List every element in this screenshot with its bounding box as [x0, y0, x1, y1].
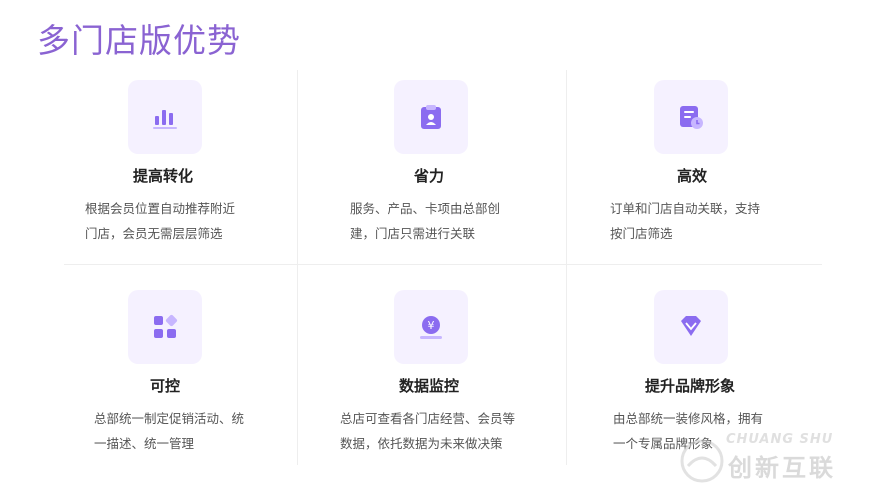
desc-line: 订单和门店自动关联，支持: [610, 201, 761, 216]
bar-chart-icon: [128, 80, 202, 154]
page-title: 多门店版优势: [37, 21, 241, 60]
feature-title: 提升品牌形象: [645, 377, 736, 395]
desc-line: 按门店筛选: [610, 226, 673, 241]
feature-card-effort: 省力 服务、产品、卡项由总部创 建，门店只需进行关联: [298, 70, 558, 260]
apps-grid-icon: [128, 290, 202, 364]
feature-title: 提高转化: [133, 167, 194, 185]
watermark-logo-icon: [680, 439, 724, 483]
watermark-en: CHUANG SHU: [726, 432, 834, 447]
svg-text:¥: ¥: [428, 319, 435, 332]
desc-line: 一描述、统一管理: [94, 436, 195, 451]
clipboard-user-icon: [394, 80, 468, 154]
watermark-cn: 创新互联: [728, 454, 836, 482]
desc-line: 总店可查看各门店经营、会员等: [340, 411, 516, 426]
desc-line: 根据会员位置自动推荐附近: [85, 201, 236, 216]
desc-line: 由总部统一装修风格，拥有: [613, 411, 764, 426]
feature-card-data-monitor: ¥ 数据监控 总店可查看各门店经营、会员等 数据，依托数据为未来做决策: [298, 275, 558, 465]
watermark: CHUANG SHU 创新互联: [680, 430, 880, 492]
document-clock-icon: [654, 80, 728, 154]
feature-title: 省力: [414, 167, 445, 185]
feature-desc: 总店可查看各门店经营、会员等 数据，依托数据为未来做决策: [340, 406, 515, 456]
desc-line: 总部统一制定促销活动、统: [94, 411, 245, 426]
divider: [64, 264, 822, 265]
feature-card-efficiency: 高效 订单和门店自动关联，支持 按门店筛选: [567, 70, 827, 260]
yen-coin-icon: ¥: [394, 290, 468, 364]
feature-title: 高效: [677, 167, 708, 185]
feature-title: 数据监控: [399, 377, 460, 395]
feature-desc: 订单和门店自动关联，支持 按门店筛选: [610, 196, 760, 246]
feature-card-conversion: 提高转化 根据会员位置自动推荐附近 门店，会员无需层层筛选: [64, 70, 324, 260]
feature-desc: 根据会员位置自动推荐附近 门店，会员无需层层筛选: [85, 196, 235, 246]
feature-card-control: 可控 总部统一制定促销活动、统 一描述、统一管理: [64, 275, 324, 465]
gem-icon: [654, 290, 728, 364]
feature-title: 可控: [150, 377, 181, 395]
desc-line: 数据，依托数据为未来做决策: [340, 436, 503, 451]
desc-line: 门店，会员无需层层筛选: [85, 226, 223, 241]
feature-grid: 提高转化 根据会员位置自动推荐附近 门店，会员无需层层筛选 省力 服务、产品、卡…: [64, 70, 822, 465]
feature-desc: 服务、产品、卡项由总部创 建，门店只需进行关联: [350, 196, 500, 246]
desc-line: 服务、产品、卡项由总部创: [350, 201, 501, 216]
feature-desc: 总部统一制定促销活动、统 一描述、统一管理: [94, 406, 244, 456]
desc-line: 建，门店只需进行关联: [350, 226, 476, 241]
